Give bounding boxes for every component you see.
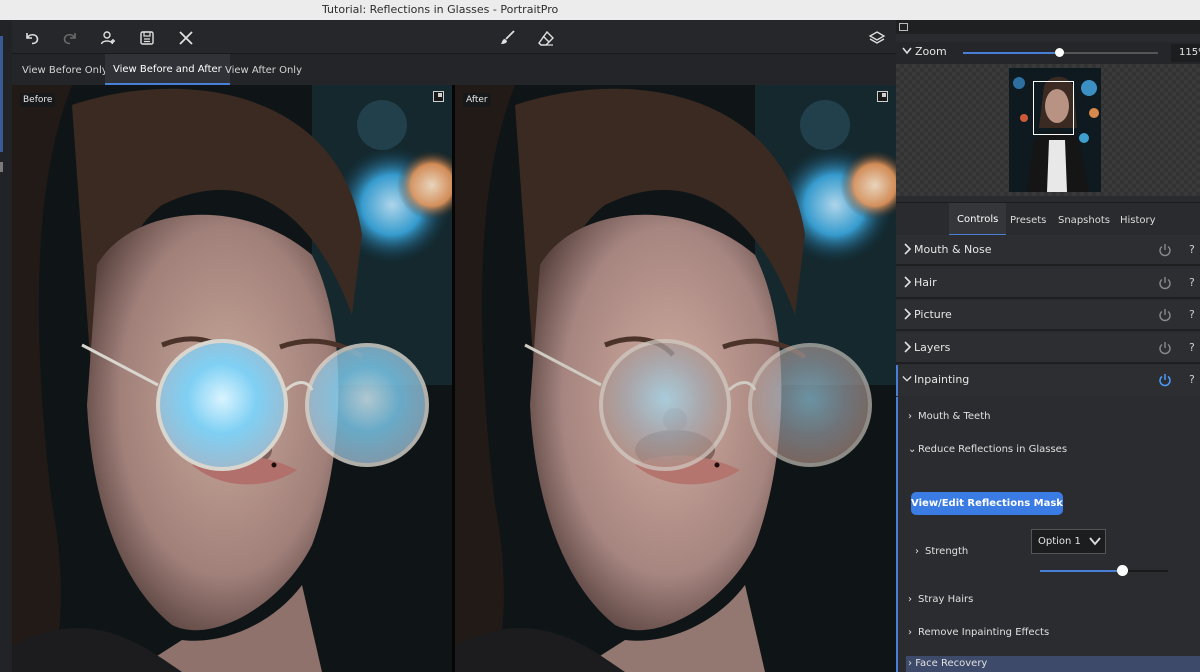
save-icon[interactable]: [137, 28, 157, 48]
section-picture[interactable]: Picture ?: [896, 300, 1200, 331]
layers-icon[interactable]: [867, 28, 887, 48]
expand-icon[interactable]: [433, 91, 444, 102]
help-icon[interactable]: ?: [1189, 243, 1195, 256]
option-select-value: Option 1: [1038, 536, 1081, 547]
chevron-right-icon: [904, 276, 912, 288]
window-restore-icon[interactable]: [899, 23, 908, 31]
zoom-slider-handle[interactable]: [1054, 48, 1064, 57]
title-bar: Tutorial: Reflections in Glasses - Portr…: [0, 0, 1200, 20]
view-edit-reflections-mask-button[interactable]: View/Edit Reflections Mask: [911, 492, 1063, 515]
strength-slider-handle[interactable]: [1116, 565, 1128, 576]
expand-icon[interactable]: [877, 91, 888, 102]
help-icon[interactable]: ?: [1189, 341, 1195, 354]
user-add-icon[interactable]: [98, 28, 118, 48]
brush-icon[interactable]: [498, 28, 518, 48]
zoom-slider-fill: [963, 52, 1059, 54]
section-layers[interactable]: Layers ?: [896, 333, 1200, 364]
chevron-down-icon[interactable]: [902, 45, 912, 57]
close-icon[interactable]: [176, 28, 196, 48]
panel-tabs: Controls Presets Snapshots History: [896, 202, 1200, 236]
chevron-down-icon: [1089, 537, 1101, 546]
tab-snapshots[interactable]: Snapshots: [1050, 203, 1118, 236]
after-label: After: [463, 93, 491, 107]
subsection-label: Face Recovery: [915, 658, 988, 669]
section-inpainting[interactable]: Inpainting ?: [896, 365, 1200, 396]
power-icon[interactable]: [1158, 243, 1172, 257]
subsection-reduce-reflections[interactable]: ⌄ Reduce Reflections in Glasses: [908, 444, 1067, 455]
tab-history[interactable]: History: [1112, 203, 1164, 236]
eraser-icon[interactable]: [536, 28, 556, 48]
strength-slider-fill: [1040, 570, 1122, 572]
subsection-mouth-teeth[interactable]: › Mouth & Teeth: [908, 411, 990, 422]
view-mode-tabs: View Before Only View Before and After V…: [12, 54, 896, 85]
right-panel: Zoom 115% Controls Presets Snapshots His…: [896, 20, 1200, 672]
tab-view-before-only[interactable]: View Before Only: [14, 54, 116, 85]
zoom-label: Zoom: [915, 45, 947, 58]
option-select[interactable]: Option 1: [1031, 529, 1106, 554]
help-icon[interactable]: ?: [1189, 308, 1195, 321]
power-icon[interactable]: [1158, 276, 1172, 290]
section-label: Hair: [914, 276, 937, 289]
panel-header-strip: [896, 20, 1200, 34]
tab-view-after-only[interactable]: View After Only: [217, 54, 310, 85]
chevron-right-icon: ›: [908, 627, 912, 638]
subsection-stray-hairs[interactable]: › Stray Hairs: [908, 594, 973, 605]
left-accent-bar: [0, 36, 3, 152]
section-label: Inpainting: [914, 373, 970, 386]
window-title: Tutorial: Reflections in Glasses - Portr…: [322, 3, 559, 16]
navigator-viewport-box[interactable]: [1033, 81, 1074, 135]
power-icon[interactable]: [1158, 308, 1172, 322]
undo-icon[interactable]: [22, 28, 42, 48]
zoom-value-field[interactable]: 115%: [1171, 44, 1200, 62]
chevron-right-icon: [904, 243, 912, 255]
zoom-row: Zoom 115%: [896, 42, 1200, 64]
chevron-down-icon: ⌄: [908, 444, 917, 455]
before-label: Before: [20, 93, 56, 107]
left-edge-panel: [0, 20, 12, 672]
chevron-right-icon: ›: [908, 594, 912, 605]
section-label: Mouth & Nose: [914, 243, 992, 256]
chevron-right-icon: [904, 308, 912, 320]
chevron-right-icon: ›: [915, 546, 919, 557]
inpainting-panel: › Mouth & Teeth ⌄ Reduce Reflections in Gl…: [896, 397, 1200, 672]
after-photo[interactable]: After: [455, 85, 896, 672]
tab-view-before-and-after[interactable]: View Before and After: [105, 54, 230, 85]
redo-icon[interactable]: [60, 28, 80, 48]
chevron-right-icon: ›: [908, 411, 912, 422]
subsection-remove-inpainting-effects[interactable]: › Remove Inpainting Effects: [908, 627, 1049, 638]
section-mouth-nose[interactable]: Mouth & Nose ?: [896, 235, 1200, 266]
section-hair[interactable]: Hair ?: [896, 268, 1200, 299]
subsection-face-recovery[interactable]: › Face Recovery: [906, 656, 1200, 672]
strength-label: Strength: [925, 546, 969, 557]
subsection-label: Stray Hairs: [918, 594, 974, 605]
help-icon[interactable]: ?: [1189, 373, 1195, 386]
help-icon[interactable]: ?: [1189, 276, 1195, 289]
after-portrait-image: [455, 85, 896, 672]
chevron-right-icon: [904, 341, 912, 353]
subsection-strength[interactable]: › Strength: [915, 546, 968, 557]
section-label: Layers: [914, 341, 951, 354]
section-label: Picture: [914, 308, 952, 321]
tab-controls[interactable]: Controls: [949, 203, 1007, 236]
chevron-down-icon: [902, 376, 912, 382]
tab-presets[interactable]: Presets: [1002, 203, 1054, 236]
subsection-label: Reduce Reflections in Glasses: [918, 444, 1068, 455]
left-marker: [0, 162, 3, 172]
navigator-preview[interactable]: [896, 64, 1200, 196]
power-icon[interactable]: [1158, 341, 1172, 355]
subsection-label: Mouth & Teeth: [918, 411, 991, 422]
power-icon[interactable]: [1158, 373, 1172, 387]
toolbar: [12, 20, 896, 54]
before-portrait-image: [12, 85, 452, 672]
subsection-label: Remove Inpainting Effects: [918, 627, 1050, 638]
before-photo[interactable]: Before: [12, 85, 452, 672]
